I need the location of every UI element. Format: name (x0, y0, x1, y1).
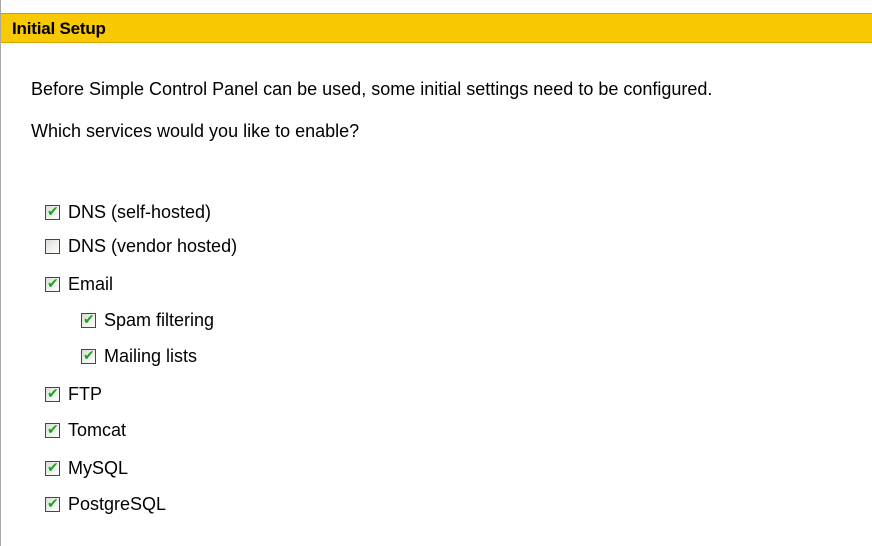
mysql-checkbox[interactable]: ✔ (45, 459, 60, 476)
service-option-dns-self-hosted[interactable]: ✔ DNS (self-hosted) (45, 200, 211, 224)
services-question: Which services would you like to enable? (31, 121, 360, 141)
service-option-dns-vendor-hosted[interactable]: ✔ DNS (vendor hosted) (45, 234, 237, 258)
panel-body: Before Simple Control Panel can be used,… (31, 78, 811, 514)
check-icon: ✔ (47, 385, 59, 402)
initial-setup-panel: Initial Setup Before Simple Control Pane… (0, 0, 872, 546)
service-label: Email (68, 274, 114, 294)
intro-text: Before Simple Control Panel can be used,… (31, 79, 713, 99)
service-label: DNS (self-hosted) (68, 202, 212, 222)
check-icon: ✔ (47, 421, 59, 438)
service-option-postgresql[interactable]: ✔ PostgreSQL (45, 492, 166, 516)
service-option-email[interactable]: ✔ Email (45, 272, 113, 296)
service-option-tomcat[interactable]: ✔ Tomcat (45, 418, 126, 442)
tomcat-checkbox[interactable]: ✔ (45, 421, 60, 438)
check-icon: ✔ (83, 347, 95, 364)
mailing-lists-checkbox[interactable]: ✔ (81, 347, 96, 364)
service-option-spam-filtering[interactable]: ✔ Spam filtering (81, 308, 214, 332)
check-icon: ✔ (47, 459, 59, 476)
dns-self-hosted-checkbox[interactable]: ✔ (45, 203, 60, 220)
service-label: PostgreSQL (68, 494, 167, 514)
check-icon: ✔ (83, 311, 95, 328)
service-option-mailing-lists[interactable]: ✔ Mailing lists (81, 344, 197, 368)
check-icon: ✔ (47, 203, 59, 220)
service-option-ftp[interactable]: ✔ FTP (45, 382, 102, 406)
service-label: FTP (68, 384, 102, 404)
dns-vendor-hosted-checkbox[interactable]: ✔ (45, 238, 60, 254)
panel-header: Initial Setup (1, 13, 872, 43)
email-checkbox[interactable]: ✔ (45, 275, 60, 292)
ftp-checkbox[interactable]: ✔ (45, 385, 60, 402)
check-icon: ✔ (47, 495, 59, 512)
service-label: MySQL (68, 458, 129, 478)
service-option-mysql[interactable]: ✔ MySQL (45, 456, 128, 480)
service-label: DNS (vendor hosted) (68, 236, 238, 256)
service-label: Spam filtering (104, 310, 215, 330)
check-icon: ✔ (47, 275, 59, 292)
service-label: Mailing lists (104, 346, 198, 366)
postgresql-checkbox[interactable]: ✔ (45, 495, 60, 512)
spam-filtering-checkbox[interactable]: ✔ (81, 311, 96, 328)
service-label: Tomcat (68, 420, 127, 440)
panel-title: Initial Setup (12, 19, 106, 38)
